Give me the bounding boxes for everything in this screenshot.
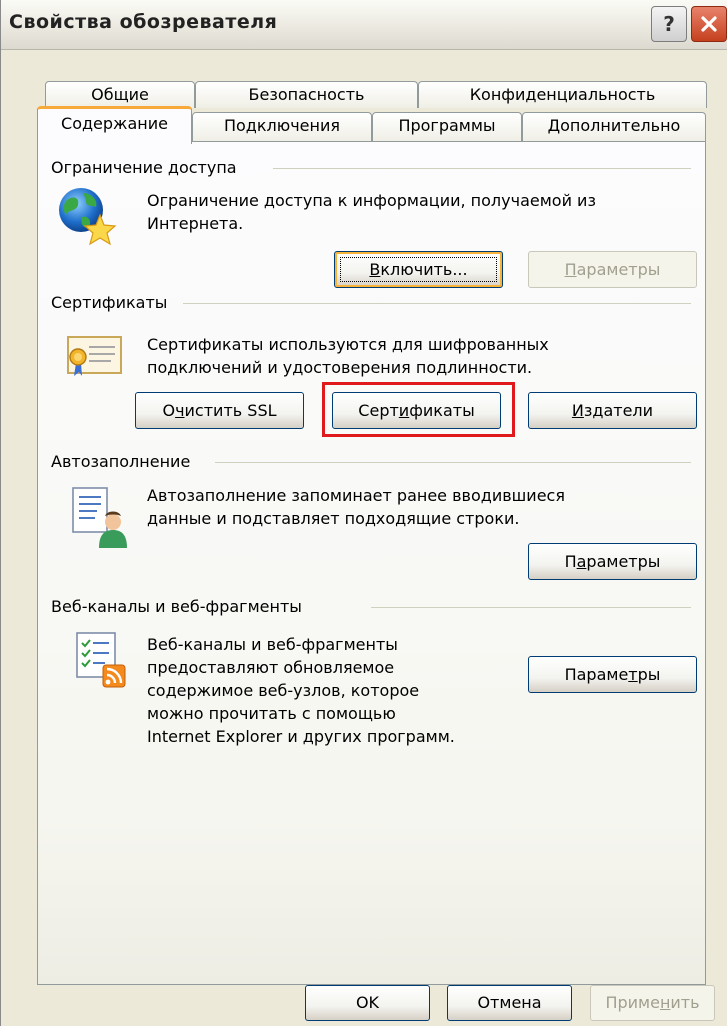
group-divider xyxy=(371,607,691,608)
feeds-group-label: Веб-каналы и веб-фрагменты xyxy=(51,597,302,616)
tab-advanced[interactable]: Дополнительно xyxy=(522,112,706,141)
clear-ssl-button[interactable]: Очистить SSL xyxy=(135,392,304,429)
feeds-settings-button[interactable]: Параметры xyxy=(528,656,697,693)
button-label: Параметры xyxy=(564,552,661,571)
autocomplete-description-line1: Автозаполнение запоминает ранее вводивши… xyxy=(147,486,565,505)
tab-label: Подключения xyxy=(223,116,341,135)
tab-label: Безопасность xyxy=(248,85,365,104)
button-label: Применить xyxy=(605,993,700,1012)
feeds-description-line2: предоставляют обновляемое xyxy=(147,658,395,677)
content-advisor-settings-button[interactable]: Параметры xyxy=(528,251,697,288)
autocomplete-description-line2: данные и подставляет подходящие строки. xyxy=(147,509,520,528)
close-button[interactable] xyxy=(691,6,727,42)
svg-text:?: ? xyxy=(663,12,675,36)
button-label: Параметры xyxy=(564,260,661,279)
certificate-icon xyxy=(67,336,122,376)
certificates-description-line2: подключений и удостоверения подлинности. xyxy=(147,358,533,377)
tab-general[interactable]: Общие xyxy=(45,81,195,108)
tab-label: Дополнительно xyxy=(547,116,681,135)
tab-privacy[interactable]: Конфиденциальность xyxy=(418,81,707,108)
focus-rectangle xyxy=(340,257,497,282)
apply-button[interactable]: Применить xyxy=(590,985,715,1021)
tab-programs[interactable]: Программы xyxy=(372,112,522,141)
feeds-description-line1: Веб-каналы и веб-фрагменты xyxy=(147,635,398,654)
tab-label: Общие xyxy=(91,85,149,104)
autocomplete-icon xyxy=(72,487,127,548)
internet-options-window: Свойства обозревателя ? Общие Безопаснос… xyxy=(0,0,727,1026)
content-advisor-description-line2: Интернета. xyxy=(147,214,244,233)
publishers-button[interactable]: Издатели xyxy=(528,392,697,429)
globe-star-icon xyxy=(59,188,117,246)
group-divider xyxy=(183,303,691,304)
group-divider xyxy=(215,462,691,463)
cancel-button[interactable]: Отмена xyxy=(447,985,572,1021)
tab-label: Содержание xyxy=(61,114,168,133)
ok-button[interactable]: OK xyxy=(305,985,430,1021)
autocomplete-group-label: Автозаполнение xyxy=(51,452,191,471)
tab-security[interactable]: Безопасность xyxy=(195,81,418,108)
button-label: Параметры xyxy=(564,665,661,684)
enable-button[interactable]: Включить... xyxy=(334,251,503,288)
tab-content[interactable]: Содержание xyxy=(37,106,192,144)
feeds-description-line4: можно прочитать с помощью xyxy=(147,704,396,723)
group-divider xyxy=(273,168,691,169)
button-label: Отмена xyxy=(477,993,542,1012)
button-label: Очистить SSL xyxy=(162,401,277,420)
feeds-icon xyxy=(76,632,126,688)
close-icon xyxy=(701,16,717,32)
tab-label: Программы xyxy=(398,116,496,135)
tab-connections[interactable]: Подключения xyxy=(192,112,372,141)
certificates-group-label: Сертификаты xyxy=(51,293,168,312)
button-label: OK xyxy=(355,993,380,1012)
autocomplete-settings-button[interactable]: Параметры xyxy=(528,543,697,580)
feeds-description-line5: Internet Explorer и других программ. xyxy=(147,727,455,746)
content-advisor-description-line1: Ограничение доступа к информации, получа… xyxy=(147,191,596,210)
certificates-description-line1: Сертификаты используются для шифрованных xyxy=(147,335,549,354)
feeds-description-line3: содержимое веб-узлов, которое xyxy=(147,681,420,700)
question-mark-icon: ? xyxy=(663,12,675,36)
button-label: Издатели xyxy=(571,401,654,420)
content-advisor-group-label: Ограничение доступа xyxy=(51,158,237,177)
tab-label: Конфиденциальность xyxy=(469,85,656,104)
help-button[interactable]: ? xyxy=(651,6,687,42)
highlight-box xyxy=(322,382,515,437)
window-title: Свойства обозревателя xyxy=(9,11,278,33)
title-bar[interactable]: Свойства обозревателя ? xyxy=(1,0,727,50)
